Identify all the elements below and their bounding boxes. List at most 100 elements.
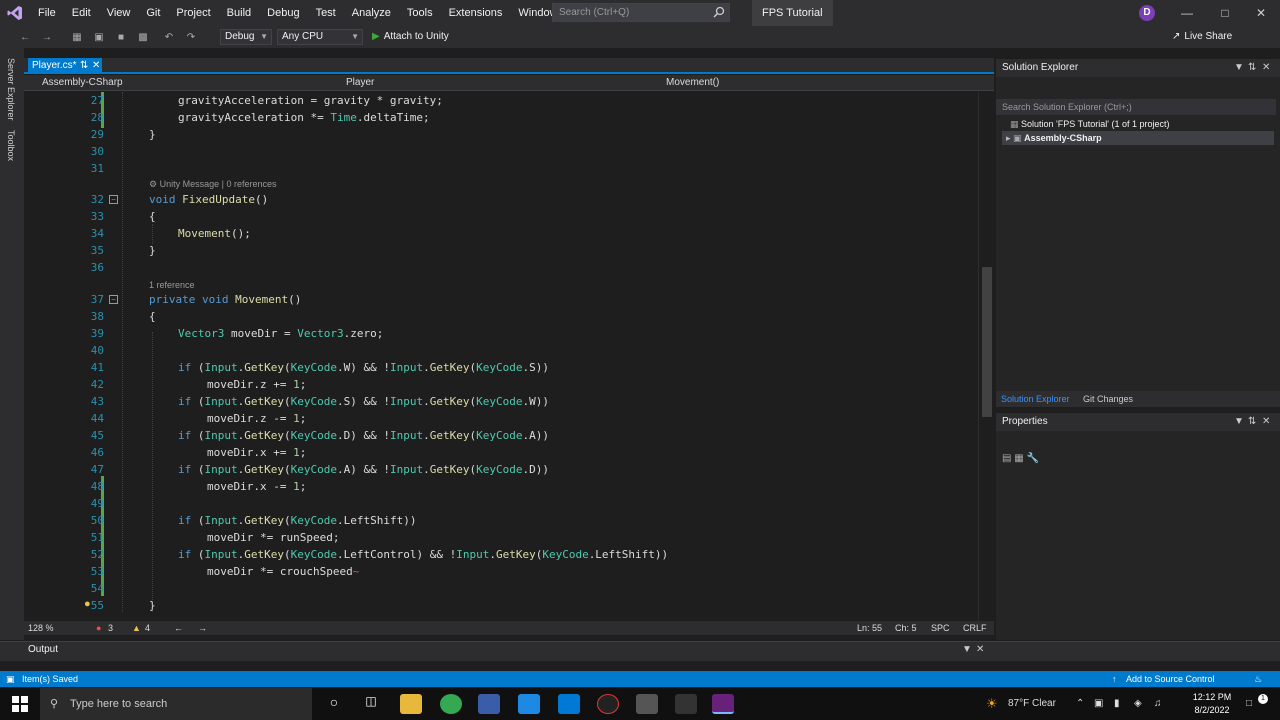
chevron-right-icon[interactable]: ▸ xyxy=(1006,133,1011,143)
code-editor[interactable]: − − 27 gravityAcceleration = gravity * gr… xyxy=(24,92,978,622)
lightbulb-icon[interactable]: ● xyxy=(84,598,91,610)
panel-title-text: Properties xyxy=(1002,416,1048,427)
live-share-button[interactable]: ↗ Live Share xyxy=(1172,29,1232,45)
tree-item-solution[interactable]: ▦ Solution 'FPS Tutorial' (1 of 1 projec… xyxy=(1010,117,1270,131)
scrollbar-thumb[interactable] xyxy=(982,267,992,417)
undo-icon[interactable]: ↶ xyxy=(162,30,176,44)
solution-explorer-title: Solution Explorer ▼ ⇅ ✕ xyxy=(996,59,1280,77)
live-share-icon: ↗ xyxy=(1172,31,1181,42)
maximize-icon[interactable]: □ xyxy=(1206,0,1244,26)
menu-edit[interactable]: Edit xyxy=(64,0,99,26)
error-icon[interactable]: ● xyxy=(96,621,101,635)
action-center-icon[interactable]: □ xyxy=(1246,688,1252,720)
platform-dropdown[interactable]: Any CPU ▼ xyxy=(277,29,363,45)
new-project-icon[interactable]: ▦ xyxy=(70,30,84,44)
store-icon[interactable] xyxy=(518,694,540,714)
line-number: 36 xyxy=(90,261,104,274)
close-tab-icon[interactable]: ✕ xyxy=(92,58,100,74)
user-avatar[interactable]: D xyxy=(1139,5,1155,21)
output-pane-header: Output ▼ ✕ xyxy=(0,641,1280,661)
visual-studio-taskbar-icon[interactable] xyxy=(712,694,734,714)
properties-title: Properties ▼ ⇅ ✕ xyxy=(996,413,1280,431)
toolbox-tab[interactable]: Toolbox xyxy=(6,130,16,161)
unity-hub-icon[interactable] xyxy=(636,694,658,714)
menu-file[interactable]: File xyxy=(30,0,64,26)
redo-icon[interactable]: ↷ xyxy=(184,30,198,44)
whitespace-indicator[interactable]: SPC xyxy=(931,621,950,635)
back-arrow-icon[interactable]: ← xyxy=(18,30,32,44)
menu-view[interactable]: View xyxy=(99,0,139,26)
chrome-icon[interactable] xyxy=(440,694,462,714)
cortana-icon[interactable]: ○ xyxy=(323,694,345,714)
taskbar-search-input[interactable]: ⚲ Type here to search xyxy=(40,688,312,720)
open-folder-icon[interactable]: ▣ xyxy=(92,30,106,44)
pin-icon[interactable]: ⇅ xyxy=(1248,413,1256,431)
close-window-icon[interactable]: ✕ xyxy=(1242,0,1280,26)
line-indicator: Ln: 55 xyxy=(857,623,883,633)
unity-icon[interactable] xyxy=(675,694,697,714)
tab-git-changes[interactable]: Git Changes xyxy=(1083,391,1133,407)
vertical-scrollbar[interactable] xyxy=(978,92,994,622)
weather-text[interactable]: 87°F Clear xyxy=(1008,688,1056,720)
dropdown-icon[interactable]: ▼ xyxy=(962,644,972,655)
csharp-project-icon: ▣ xyxy=(1013,133,1022,143)
live-share-label: Live Share xyxy=(1184,31,1233,42)
tree-item-project[interactable]: ▸ ▣ Assembly-CSharp xyxy=(1002,131,1274,145)
menu-build[interactable]: Build xyxy=(219,0,259,26)
tab-solution-explorer[interactable]: Solution Explorer xyxy=(1001,391,1070,407)
snip-tool-icon[interactable] xyxy=(478,694,500,714)
save-icon[interactable]: ■ xyxy=(114,30,128,44)
notification-bell-icon[interactable]: ♨ xyxy=(1254,671,1262,687)
dropdown-icon[interactable]: ▼ xyxy=(1234,413,1244,431)
attach-to-unity-button[interactable]: ▶ Attach to Unity xyxy=(372,29,449,45)
save-all-icon[interactable]: ▩ xyxy=(136,30,150,44)
windows-start-icon[interactable] xyxy=(0,688,40,720)
dropdown-icon[interactable]: ▼ xyxy=(1234,59,1244,77)
volume-icon[interactable]: ♫ xyxy=(1154,688,1162,720)
class-dropdown[interactable]: Player xyxy=(346,75,374,91)
close-panel-icon[interactable]: ✕ xyxy=(1262,413,1270,431)
close-panel-icon[interactable]: ✕ xyxy=(1262,59,1270,77)
project-dropdown[interactable]: Assembly-CSharp xyxy=(42,75,123,91)
output-title[interactable]: Output xyxy=(28,644,58,655)
close-panel-icon[interactable]: ✕ xyxy=(976,644,984,655)
clock[interactable]: 12:12 PM 8/2/2022 xyxy=(1184,691,1240,717)
forward-arrow-icon[interactable]: → xyxy=(40,30,54,44)
tab-player-cs[interactable]: Player.cs* ⇅ ✕ xyxy=(28,58,102,74)
line-number: 54 xyxy=(90,582,104,595)
codelens-hint[interactable]: ⚙ Unity Message | 0 references xyxy=(149,179,276,191)
configuration-dropdown[interactable]: Debug ▼ xyxy=(220,29,272,45)
tray-chevron-icon[interactable]: ⌃ xyxy=(1076,688,1084,720)
minimize-icon[interactable]: — xyxy=(1168,0,1206,26)
app-icon[interactable] xyxy=(597,694,619,714)
menu-analyze[interactable]: Analyze xyxy=(344,0,399,26)
prev-issue-icon[interactable]: ← xyxy=(174,621,183,635)
menu-debug[interactable]: Debug xyxy=(259,0,307,26)
mail-icon[interactable] xyxy=(558,694,580,714)
pin-icon[interactable]: ⇅ xyxy=(1248,59,1256,77)
server-explorer-tab[interactable]: Server Explorer xyxy=(6,58,16,121)
network-icon[interactable]: ◈ xyxy=(1134,688,1142,720)
menu-project[interactable]: Project xyxy=(168,0,218,26)
solution-explorer-panel: Solution Explorer ▼ ⇅ ✕ Search Solution … xyxy=(996,59,1280,391)
menu-git[interactable]: Git xyxy=(138,0,168,26)
zoom-level[interactable]: 128 % xyxy=(28,621,54,635)
add-to-source-control-button[interactable]: Add to Source Control xyxy=(1126,671,1215,687)
next-issue-icon[interactable]: → xyxy=(198,621,207,635)
pin-icon[interactable]: ⇅ xyxy=(80,58,88,74)
menu-test[interactable]: Test xyxy=(308,0,344,26)
task-view-icon[interactable]: ◫ xyxy=(360,694,382,714)
quick-search-input[interactable]: Search (Ctrl+Q) xyxy=(552,3,730,22)
categorized-icon[interactable]: ▤ ▦ 🔧 xyxy=(1002,453,1039,464)
menu-tools[interactable]: Tools xyxy=(399,0,441,26)
file-explorer-icon[interactable] xyxy=(400,694,422,714)
weather-icon[interactable]: ☀ xyxy=(986,688,998,720)
line-number: 44 xyxy=(90,412,104,425)
line-ending-indicator[interactable]: CRLF xyxy=(963,621,987,635)
tray-app-icon[interactable]: ▣ xyxy=(1094,688,1103,720)
menu-extensions[interactable]: Extensions xyxy=(441,0,511,26)
battery-icon[interactable]: ▮ xyxy=(1114,688,1120,720)
solution-search-input[interactable]: Search Solution Explorer (Ctrl+;) xyxy=(996,99,1276,115)
warning-icon[interactable]: ▲ xyxy=(132,621,141,635)
member-dropdown[interactable]: Movement() xyxy=(666,75,719,91)
